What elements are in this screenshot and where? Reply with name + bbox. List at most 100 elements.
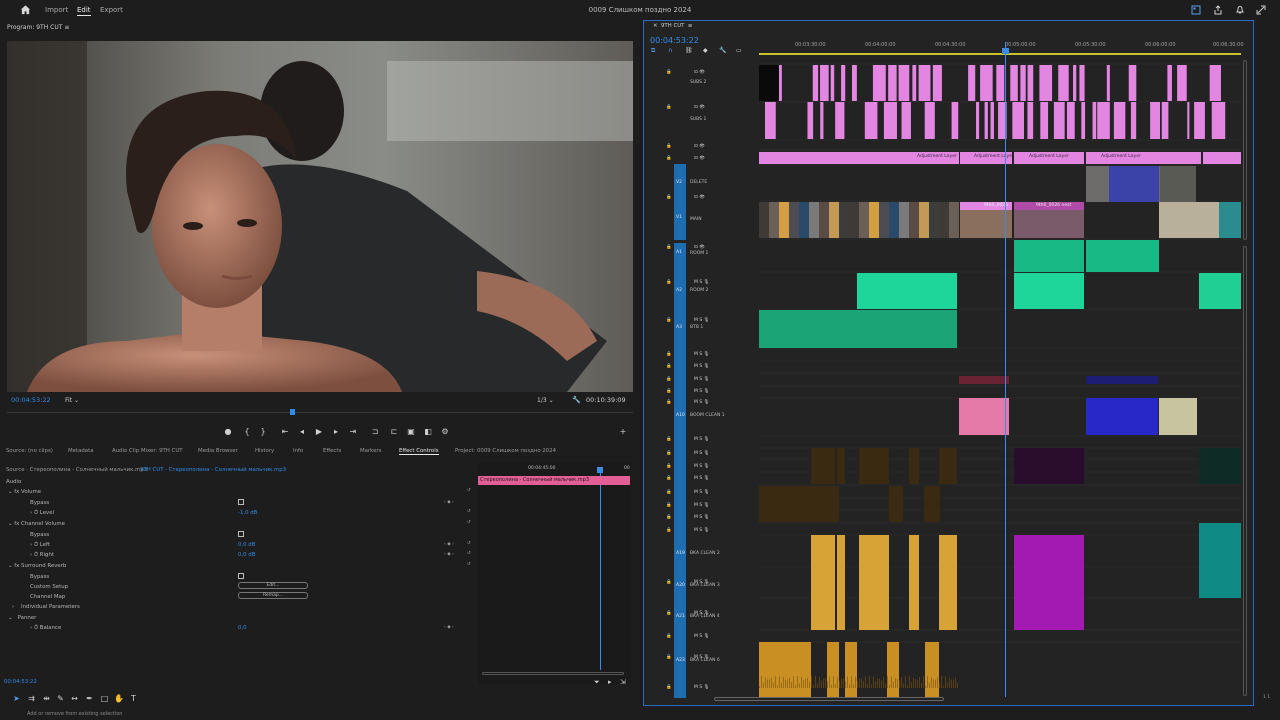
subs1-clip[interactable]: [1027, 102, 1034, 139]
nest-icon[interactable]: ⧉: [651, 47, 655, 55]
lock-icon[interactable]: 🔒: [666, 476, 672, 481]
subs2-clip[interactable]: [1106, 65, 1110, 101]
track-id-v2[interactable]: V2: [676, 180, 682, 185]
tab-info[interactable]: Info: [293, 448, 303, 454]
track-id-a21[interactable]: A21: [676, 614, 685, 619]
main-clip-thumb[interactable]: [929, 202, 939, 238]
subs2-clip[interactable]: [1079, 65, 1085, 101]
a13-clip-purple[interactable]: [1014, 448, 1084, 484]
lock-icon[interactable]: 🔒: [666, 144, 672, 149]
program-scrub-bar[interactable]: [7, 412, 633, 413]
ec-surround-reverb-header[interactable]: ⌄ fx Surround Reverb: [8, 563, 66, 569]
track-id-a19[interactable]: A19: [676, 551, 685, 556]
timeline-playhead[interactable]: [1005, 42, 1006, 697]
room2-clip[interactable]: [1014, 273, 1084, 309]
wrench-icon[interactable]: 🔧: [572, 396, 581, 404]
ec-channel-volume-header[interactable]: ⌄ fx Channel Volume: [8, 521, 65, 527]
track-toggle-row[interactable]: M S 🎙: [694, 400, 709, 405]
a15-clip[interactable]: [889, 486, 903, 522]
lock-icon[interactable]: 🔒: [666, 634, 672, 639]
track-toggle-row[interactable]: ⊡ 👁: [694, 156, 705, 161]
boom-clean1-clip-blue[interactable]: [1086, 398, 1158, 435]
track-toggle-row[interactable]: M S 🎙: [694, 389, 709, 394]
hand-icon[interactable]: ✋: [114, 694, 124, 703]
tab-effects[interactable]: Effects: [323, 448, 341, 454]
play-icon[interactable]: ▶: [314, 427, 324, 437]
subs2-clip[interactable]: [1039, 65, 1053, 101]
track-toggle-row[interactable]: M S 🎙: [694, 611, 709, 616]
reset-left-icon[interactable]: ↺: [467, 541, 471, 546]
left-value[interactable]: 0,0 dB: [238, 542, 255, 548]
tab-effect-controls[interactable]: Effect Controls: [399, 448, 439, 455]
subs1-clip[interactable]: [1130, 102, 1137, 139]
bka-clean-clip-purple[interactable]: [1014, 535, 1084, 630]
ec-panner-header[interactable]: ⌄ Panner: [8, 615, 36, 621]
track-id-a3[interactable]: A3: [676, 325, 682, 330]
resolution-dropdown[interactable]: 1/3 ⌄: [537, 397, 554, 404]
bell-icon[interactable]: [1235, 5, 1245, 15]
slip-icon[interactable]: ↔: [70, 694, 79, 703]
bka-clean-clip[interactable]: [939, 535, 957, 630]
lock-icon[interactable]: 🔒: [666, 195, 672, 200]
subs2-clip[interactable]: [841, 65, 846, 101]
track-id-v1[interactable]: V1: [676, 215, 682, 220]
subs1-clip[interactable]: [1161, 102, 1169, 139]
custom-setup-edit-button[interactable]: Edit...: [238, 582, 308, 589]
program-playhead[interactable]: [290, 409, 295, 415]
track-toggle-row[interactable]: M S 🎙: [694, 280, 709, 285]
track-id-a20[interactable]: A20: [676, 583, 685, 588]
track-toggle-row[interactable]: M S 🎙: [694, 685, 709, 690]
track-toggle-row[interactable]: M S 🎙: [694, 377, 709, 382]
boom-clean1-clip-cream[interactable]: [1159, 398, 1197, 435]
btb1-clip[interactable]: [759, 310, 957, 348]
bka-clean-clip-teal[interactable]: [1199, 523, 1241, 598]
razor-icon[interactable]: ✎: [56, 694, 65, 703]
marker-icon[interactable]: ●: [223, 427, 233, 437]
v2-clip[interactable]: [1160, 166, 1196, 202]
lock-icon[interactable]: 🔒: [666, 318, 672, 323]
subs2-clip[interactable]: [820, 65, 829, 101]
subs1-clip[interactable]: [1113, 102, 1126, 139]
lock-icon[interactable]: 🔒: [666, 655, 672, 660]
track-toggle-row[interactable]: M S 🎙: [694, 437, 709, 442]
a13-clip[interactable]: [859, 448, 889, 484]
subs1-clip[interactable]: [1194, 102, 1205, 139]
right-value[interactable]: 0,0 dB: [238, 552, 255, 558]
v2-clip-blue[interactable]: [1109, 166, 1159, 202]
timeline-tab[interactable]: ✕ 9TH CUT ≡: [653, 23, 692, 29]
lock-icon[interactable]: 🔒: [666, 464, 672, 469]
linked-selection-icon[interactable]: ⛓: [685, 47, 693, 54]
subs2-clip[interactable]: [1058, 65, 1069, 101]
snap-icon[interactable]: ∩: [668, 47, 672, 54]
ec-clip-bar[interactable]: Стереополина - Солнечный мальчик.mp3: [478, 476, 630, 485]
subs1-clip[interactable]: [1053, 102, 1065, 139]
tab-project[interactable]: Project: 0009 Слишком поздно 2024: [455, 448, 556, 454]
adjustment-layer-clip[interactable]: [1203, 152, 1241, 164]
track-toggle-row[interactable]: M S 🎙: [694, 634, 709, 639]
lock-icon[interactable]: 🔒: [666, 400, 672, 405]
subs1-clip[interactable]: [1066, 102, 1075, 139]
subs2-clip[interactable]: [968, 65, 976, 101]
main-clip-thumb[interactable]: [829, 202, 839, 238]
subs2-clip[interactable]: [888, 65, 897, 101]
lock-icon[interactable]: 🔒: [666, 70, 672, 75]
captions-icon[interactable]: ▭: [736, 47, 742, 54]
subs2-clip[interactable]: [918, 65, 931, 101]
subs2-clip[interactable]: [1073, 65, 1077, 101]
a4-clip[interactable]: [959, 376, 1009, 384]
ec-volume-header[interactable]: ⌄ fx Volume: [8, 489, 41, 495]
main-clip-thumb[interactable]: [809, 202, 819, 238]
bka-clean6-clip[interactable]: [827, 642, 839, 698]
fit-dropdown[interactable]: Fit ⌄: [65, 397, 79, 404]
video-tracks-scrollbar[interactable]: [1243, 60, 1247, 240]
workspace-icon[interactable]: [1191, 5, 1201, 15]
a13-clip[interactable]: [811, 448, 835, 484]
a13-clip[interactable]: [939, 448, 957, 484]
main-clip-thumb[interactable]: [899, 202, 909, 238]
mark-in-icon[interactable]: {: [242, 427, 252, 437]
reset-channel-icon[interactable]: ↺: [467, 520, 471, 525]
lock-icon[interactable]: 🔒: [666, 528, 672, 533]
subs1-clip[interactable]: [1040, 102, 1049, 139]
level-value[interactable]: -1,0 dB: [238, 510, 257, 516]
lock-icon[interactable]: 🔒: [666, 364, 672, 369]
